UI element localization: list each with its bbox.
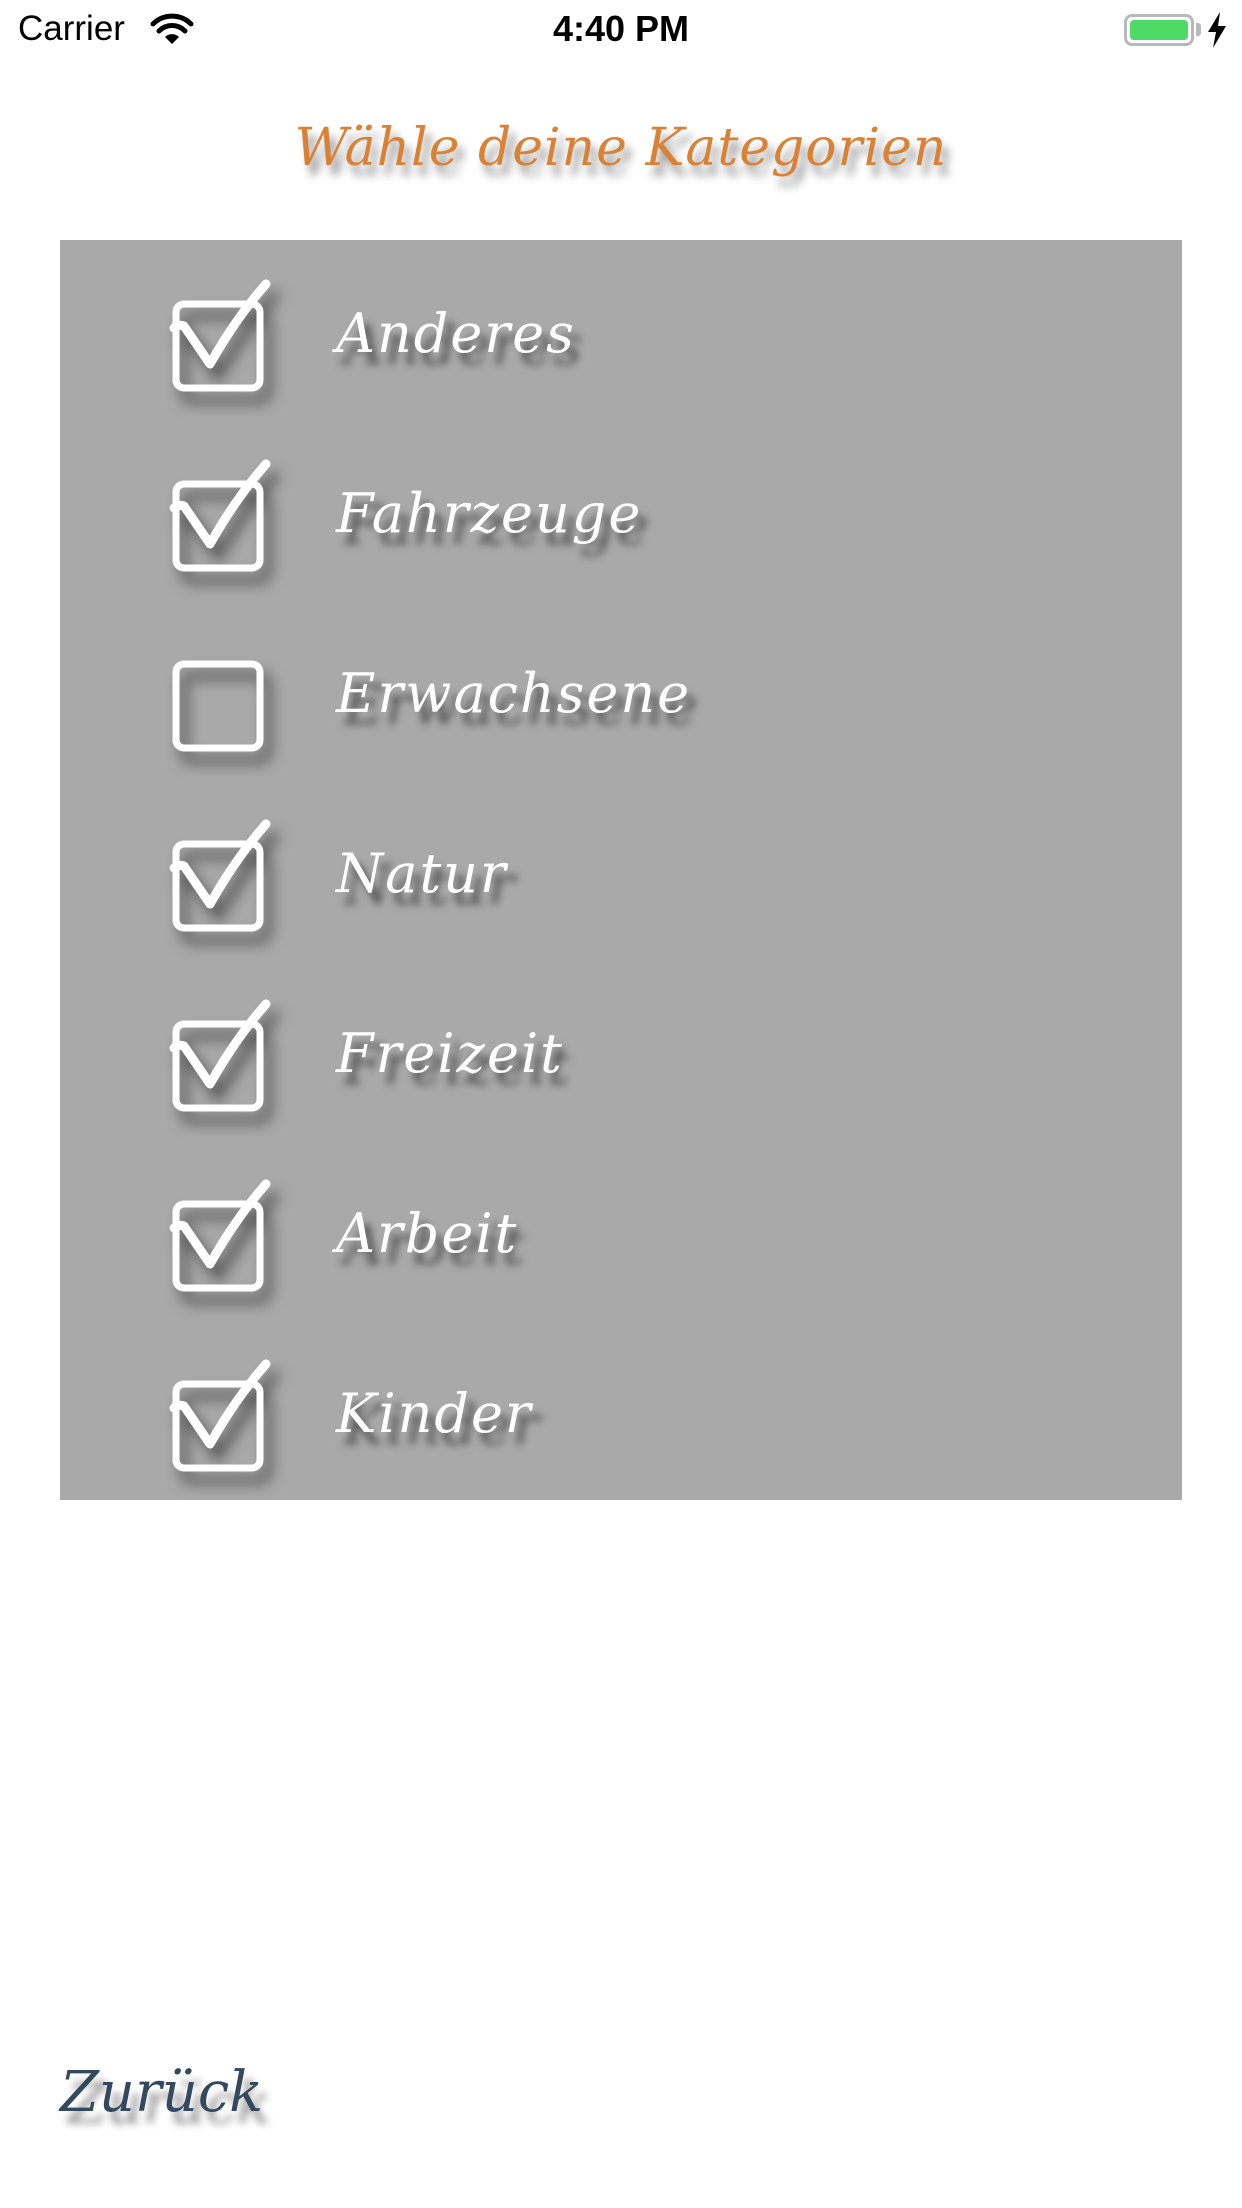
category-label: Fahrzeuge xyxy=(336,482,643,545)
category-label: Arbeit xyxy=(336,1202,519,1265)
back-button[interactable]: Zurück xyxy=(60,2060,263,2125)
checkmark-icon xyxy=(169,819,271,909)
category-row[interactable]: Natur xyxy=(60,818,1182,958)
status-time: 4:40 PM xyxy=(552,8,690,49)
category-list: Anderes Fahrzeuge Erwachsene Natur Freizeit A… xyxy=(60,240,1182,1500)
category-row[interactable]: Arbeit xyxy=(60,1178,1182,1318)
checkbox-checked-icon[interactable] xyxy=(166,998,276,1118)
category-label: Erwachsene xyxy=(336,662,692,725)
category-row[interactable]: Erwachsene xyxy=(60,638,1182,778)
category-row[interactable]: Kinder xyxy=(60,1358,1182,1498)
page-title: Wähle deine Kategorien xyxy=(294,118,948,178)
category-label: Anderes xyxy=(336,302,576,365)
checkbox-checked-icon[interactable] xyxy=(166,1178,276,1298)
category-row[interactable]: Freizeit xyxy=(60,998,1182,1138)
checkmark-icon xyxy=(169,279,271,369)
checkmark-icon xyxy=(169,459,271,549)
checkmark-icon xyxy=(169,999,271,1089)
checkmark-icon xyxy=(169,1179,271,1269)
checkbox-checked-icon[interactable] xyxy=(166,458,276,578)
screen: Carrier 4:40 PM Wähle deine Kategorien A… xyxy=(0,0,1242,2208)
status-bar: Carrier 4:40 PM xyxy=(0,0,1242,62)
battery-tip xyxy=(1196,23,1201,36)
charging-bolt-icon xyxy=(1208,12,1226,48)
checkbox-checked-icon[interactable] xyxy=(166,278,276,398)
checkbox-unchecked-icon[interactable] xyxy=(166,638,276,758)
checkbox-checked-icon[interactable] xyxy=(166,818,276,938)
battery-level xyxy=(1130,20,1188,40)
category-label: Freizeit xyxy=(336,1022,564,1085)
battery-icon xyxy=(1124,14,1194,46)
checkbox-checked-icon[interactable] xyxy=(166,1358,276,1478)
category-row[interactable]: Fahrzeuge xyxy=(60,458,1182,598)
category-row[interactable]: Anderes xyxy=(60,278,1182,418)
checkmark-icon xyxy=(169,1359,271,1449)
category-label: Kinder xyxy=(336,1382,533,1445)
category-label: Natur xyxy=(336,842,508,905)
